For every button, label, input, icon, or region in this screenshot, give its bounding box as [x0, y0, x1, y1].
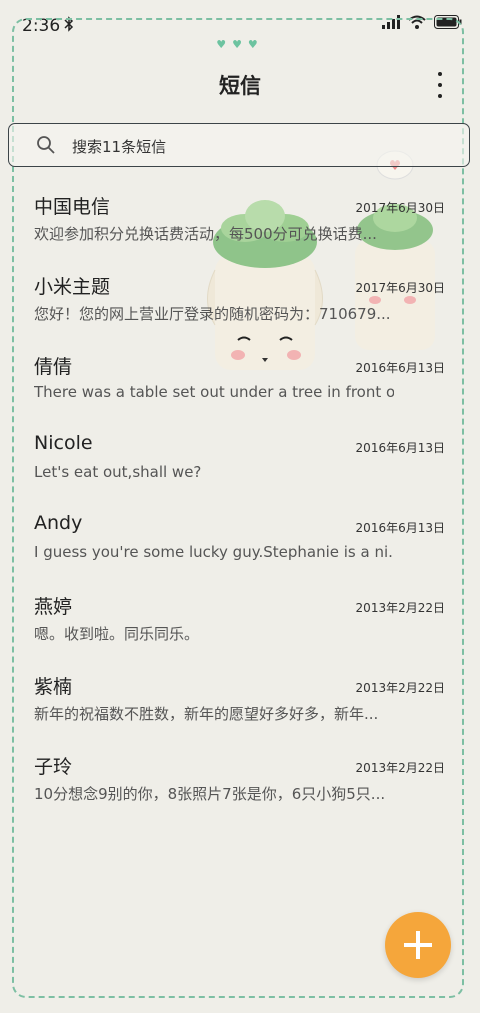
message-sender: 子玲 [34, 756, 73, 778]
wifi-icon [408, 14, 426, 33]
message-item[interactable]: 子玲 2013年2月22日 10分想念9别的你，8张照片7张是你，6只小狗5只.… [0, 740, 480, 820]
bluetooth-icon [64, 16, 74, 36]
status-time: 2:36 [22, 16, 61, 36]
message-item[interactable]: 小米主题 2017年6月30日 您好！您的网上营业厅登录的随机密码为：71067… [0, 260, 480, 340]
message-item[interactable]: 倩倩 2016年6月13日 There was a table set out … [0, 340, 480, 420]
message-preview: 10分想念9别的你，8张照片7张是你，6只小狗5只... [34, 785, 386, 803]
message-date: 2017年6月30日 [355, 201, 445, 215]
message-sender: 燕婷 [34, 596, 73, 618]
compose-button[interactable] [385, 912, 451, 978]
message-preview: I guess you're some lucky guy.Stephanie … [34, 543, 394, 561]
message-date: 2016年6月13日 [355, 361, 445, 375]
message-date: 2016年6月13日 [355, 441, 445, 455]
message-item[interactable]: Nicole 2016年6月13日 Let's eat out,shall we… [0, 420, 480, 500]
message-preview: Let's eat out,shall we? [34, 463, 202, 481]
message-preview: 新年的祝福数不胜数，新年的愿望好多好多，新年... [34, 705, 379, 723]
message-sender: 倩倩 [34, 356, 73, 378]
message-date: 2013年2月22日 [355, 601, 445, 615]
message-preview: 您好！您的网上营业厅登录的随机密码为：710679... [34, 305, 391, 323]
message-item[interactable]: Andy 2016年6月13日 I guess you're some luck… [0, 500, 480, 580]
message-sender: 小米主题 [34, 276, 111, 298]
heart-decoration-icon: ♥♥♥ [216, 38, 264, 51]
message-date: 2016年6月13日 [355, 521, 445, 535]
message-preview: There was a table set out under a tree i… [34, 383, 394, 401]
page-title: 短信 [219, 74, 261, 98]
more-options-button[interactable] [428, 70, 452, 100]
message-item[interactable]: 中国电信 2017年6月30日 欢迎参加积分兑换话费活动，每500分可兑换话费.… [0, 180, 480, 260]
message-sender: 中国电信 [34, 196, 111, 218]
message-date: 2013年2月22日 [355, 761, 445, 775]
battery-icon [434, 14, 462, 33]
search-icon [36, 135, 56, 159]
message-date: 2013年2月22日 [355, 681, 445, 695]
message-preview: 欢迎参加积分兑换话费活动，每500分可兑换话费... [34, 225, 377, 243]
message-sender: 紫楠 [34, 676, 73, 698]
message-sender: Nicole [34, 432, 93, 454]
message-date: 2017年6月30日 [355, 281, 445, 295]
more-vertical-icon [438, 72, 442, 76]
message-item[interactable]: 燕婷 2013年2月22日 嗯。收到啦。同乐同乐。 [0, 580, 480, 660]
search-placeholder: 搜索11条短信 [72, 138, 167, 156]
message-sender: Andy [34, 512, 83, 534]
message-preview: 嗯。收到啦。同乐同乐。 [34, 625, 200, 643]
search-input[interactable]: 搜索11条短信 [8, 123, 470, 167]
message-item[interactable]: 紫楠 2013年2月22日 新年的祝福数不胜数，新年的愿望好多好多，新年... [0, 660, 480, 740]
status-icons [382, 14, 462, 33]
signal-icon [382, 14, 400, 33]
